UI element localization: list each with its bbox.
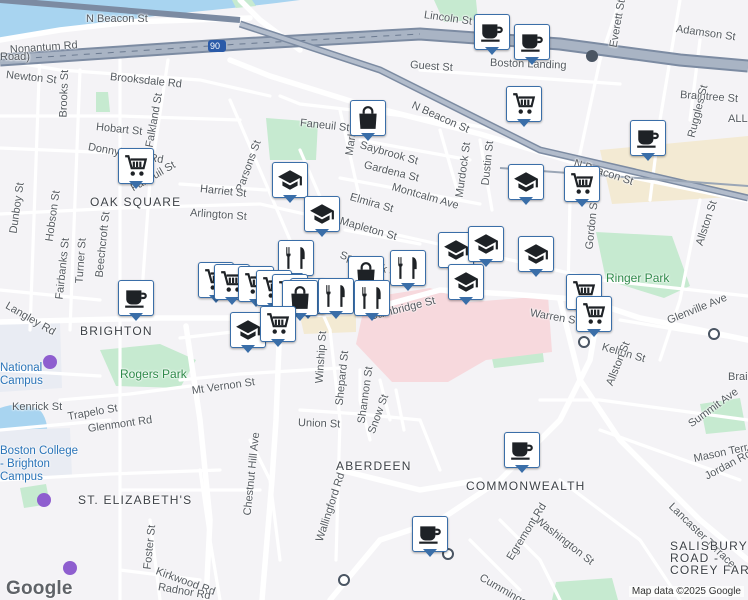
label-kenrick-st: Kenrick St [12, 401, 63, 413]
marker-pointer [401, 283, 415, 291]
grocery-icon [118, 148, 154, 184]
restaurant-icon [318, 278, 354, 314]
school-icon [304, 196, 340, 232]
label-salisbury: SALISBURY ROAD - COREY FAR [670, 539, 748, 577]
school-marker[interactable] [518, 236, 554, 278]
marker-pointer [519, 197, 533, 205]
label-st-elizabeths: ST. ELIZABETH'S [78, 493, 193, 507]
label-ringer-park: Ringer Park [606, 271, 670, 285]
school-icon [468, 226, 504, 262]
grocery-marker[interactable] [260, 306, 296, 348]
restaurant-icon [354, 280, 390, 316]
label-rogers-park: Rogers Park [120, 367, 187, 381]
marker-pointer [283, 195, 297, 203]
school-icon [448, 264, 484, 300]
label-aberdeen: ABERDEEN [336, 459, 412, 473]
marker-pointer [459, 297, 473, 305]
shopping-icon [350, 100, 386, 136]
label-national-campus: National Campus [0, 362, 43, 387]
coffee-icon [118, 280, 154, 316]
marker-pointer [315, 229, 329, 237]
marker-pointer [529, 269, 543, 277]
label-brighton-area: BRIGHTON [80, 324, 153, 338]
marker-pointer [517, 119, 531, 127]
label-route-90: 90 [210, 41, 221, 51]
grocery-icon [506, 86, 542, 122]
coffee-icon [474, 14, 510, 50]
label-union-st: Union St [297, 417, 341, 431]
label-road-west-edge: Road) [0, 51, 30, 63]
grocery-marker[interactable] [506, 86, 542, 128]
marker-pointer [365, 313, 379, 321]
marker-pointer [587, 329, 601, 337]
marker-pointer [225, 297, 239, 305]
coffee-marker[interactable] [504, 432, 540, 474]
label-brooks-st: Brooks St [57, 69, 72, 118]
restaurant-marker[interactable] [354, 280, 390, 322]
park-area [552, 578, 618, 600]
google-logo: Google [6, 578, 73, 599]
restaurant-marker[interactable] [390, 250, 426, 292]
coffee-marker[interactable] [118, 280, 154, 322]
label-brai-edge: Brai [728, 371, 748, 383]
marker-pointer [485, 47, 499, 55]
coffee-marker[interactable] [630, 120, 666, 162]
marker-pointer [423, 549, 437, 557]
school-marker[interactable] [272, 162, 308, 204]
grocery-icon [576, 296, 612, 332]
grocery-icon [260, 306, 296, 342]
map-attribution[interactable]: Map data ©2025 Google [628, 586, 744, 597]
grocery-icon [564, 166, 600, 202]
marker-pointer [361, 133, 375, 141]
marker-pointer [241, 345, 255, 353]
school-marker[interactable] [304, 196, 340, 238]
school-marker[interactable] [468, 226, 504, 268]
coffee-marker[interactable] [474, 14, 510, 56]
marker-pointer [641, 153, 655, 161]
school-marker[interactable] [448, 264, 484, 306]
coffee-icon [504, 432, 540, 468]
shopping-marker[interactable] [350, 100, 386, 142]
restaurant-marker[interactable] [318, 278, 354, 320]
label-alls-edge: ALL [728, 113, 748, 125]
coffee-marker[interactable] [514, 24, 550, 66]
label-oak-square: OAK SQUARE [90, 195, 182, 209]
marker-pointer [271, 339, 285, 347]
marker-pointer [525, 57, 539, 65]
label-commonwealth: COMMONWEALTH [466, 479, 586, 493]
school-icon [272, 162, 308, 198]
marker-pointer [129, 313, 143, 321]
school-icon [508, 164, 544, 200]
school-marker[interactable] [508, 164, 544, 206]
park-area [96, 92, 110, 112]
coffee-marker[interactable] [412, 516, 448, 558]
marker-pointer [129, 181, 143, 189]
marker-pointer [575, 199, 589, 207]
coffee-icon [412, 516, 448, 552]
grocery-marker[interactable] [564, 166, 600, 208]
coffee-icon [630, 120, 666, 156]
restaurant-icon [390, 250, 426, 286]
grocery-marker[interactable] [576, 296, 612, 338]
map-canvas[interactable]: N Beacon St Nonantum Rd Lincoln St Adamson … [0, 0, 748, 600]
coffee-icon [514, 24, 550, 60]
label-n-beacon-st-top: N Beacon St [86, 13, 148, 25]
marker-pointer [515, 465, 529, 473]
grocery-marker[interactable] [118, 148, 154, 190]
label-bc-campus: Boston College - Brighton Campus [0, 445, 78, 483]
marker-pointer [329, 311, 343, 319]
school-icon [518, 236, 554, 272]
